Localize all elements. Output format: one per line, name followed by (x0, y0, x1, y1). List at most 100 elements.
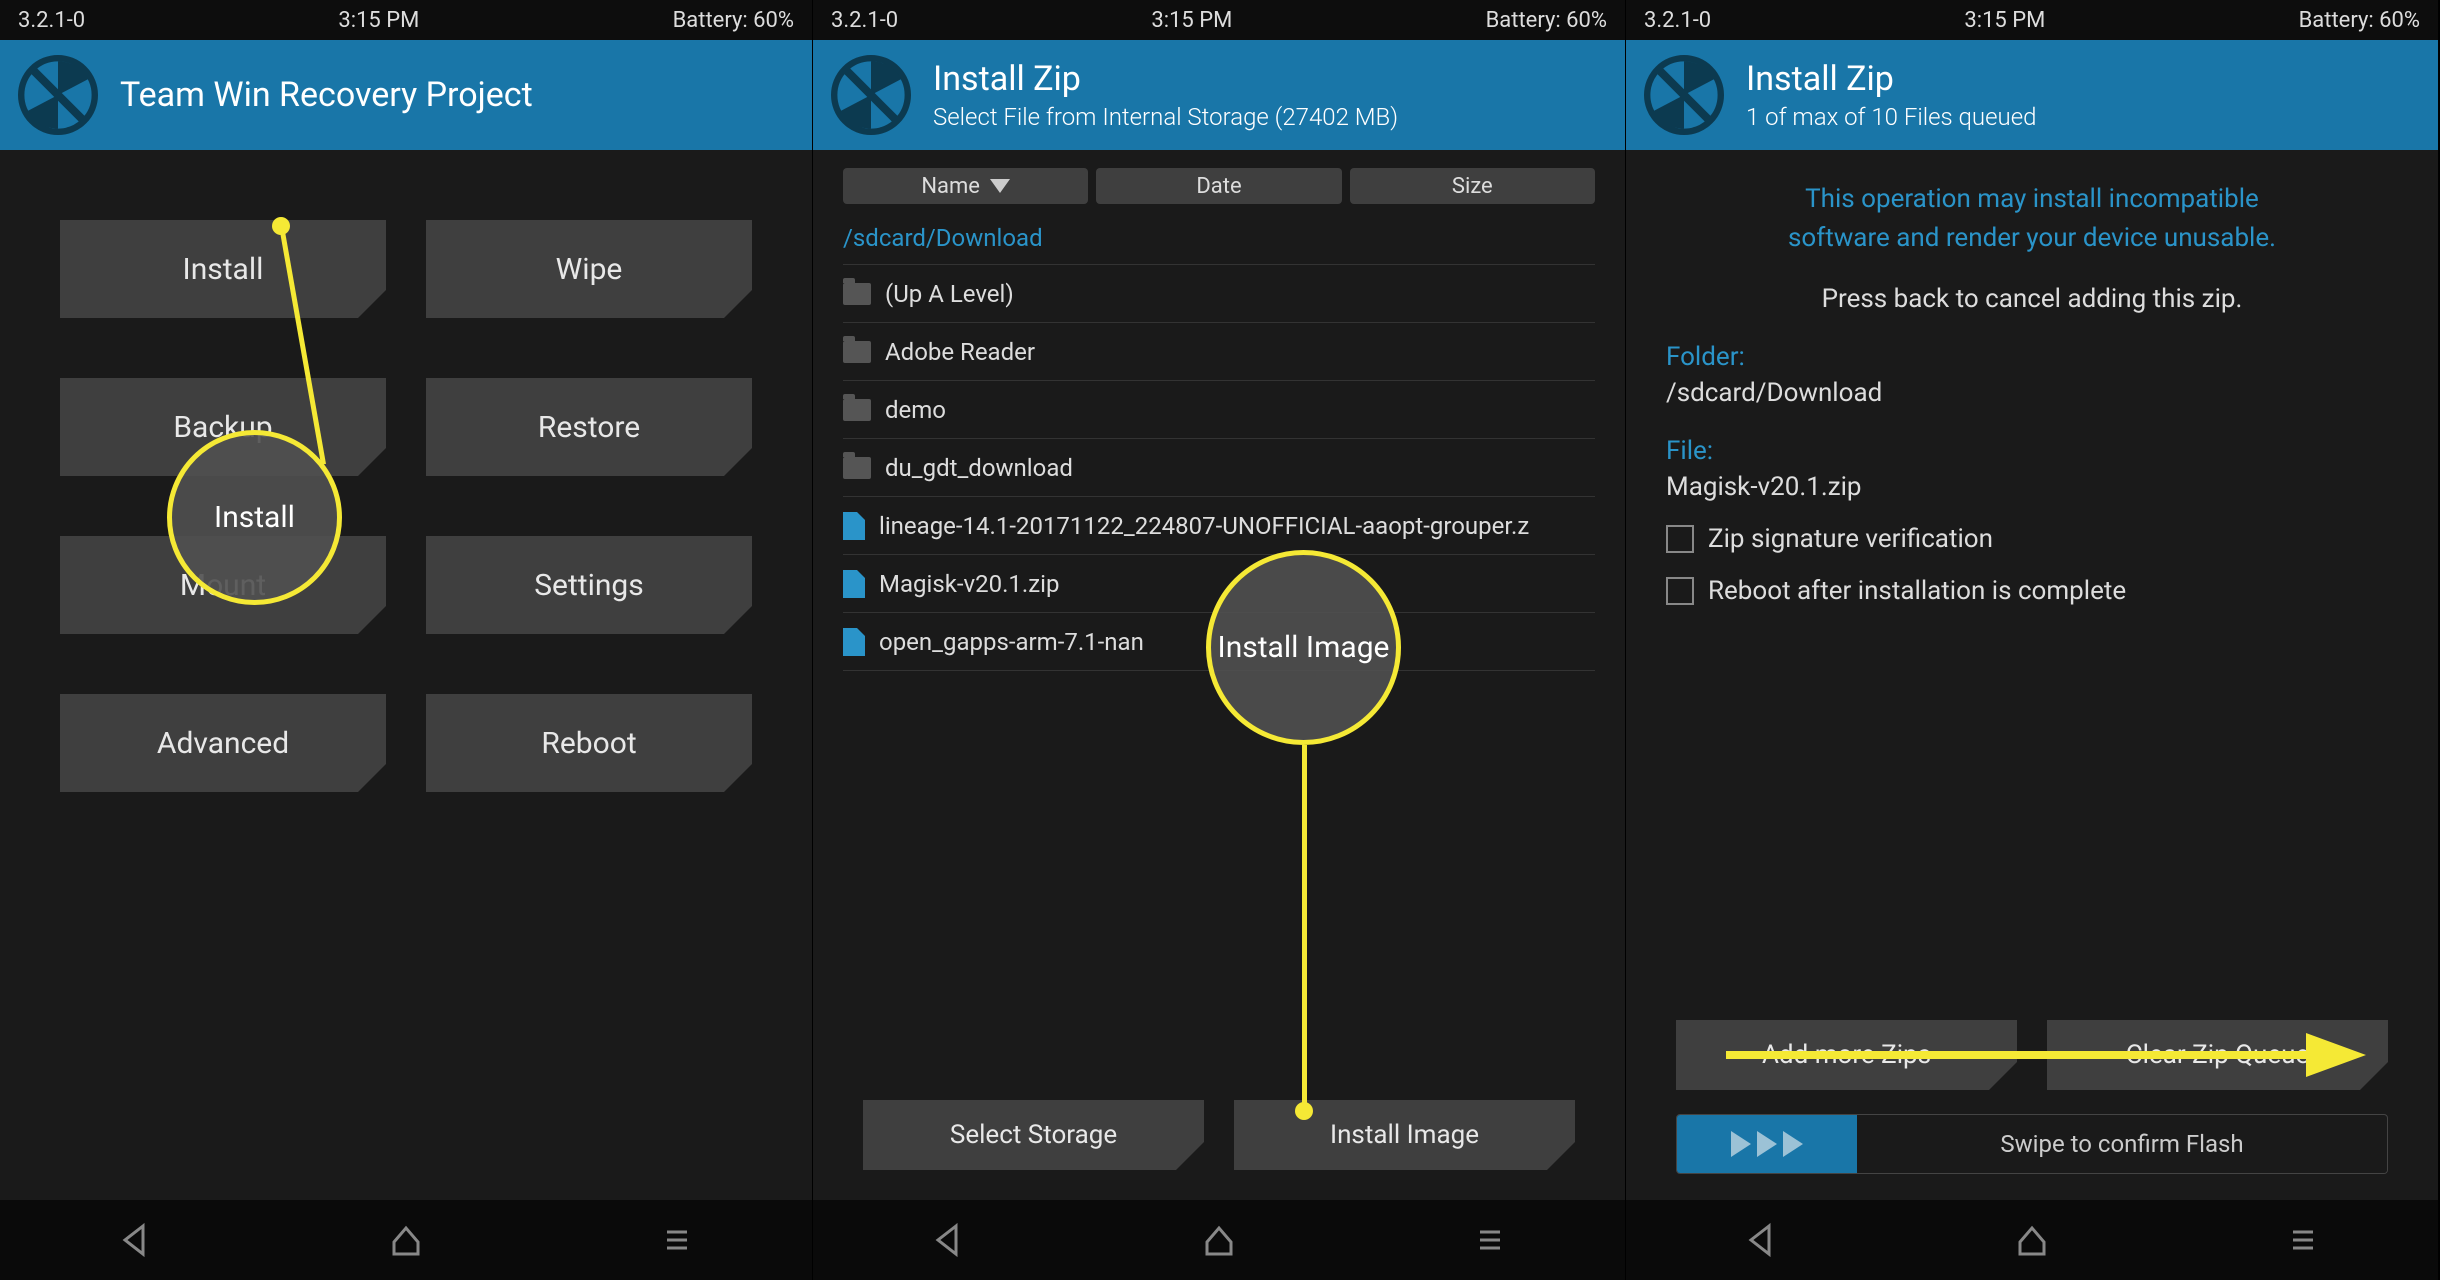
restore-button[interactable]: Restore (426, 378, 752, 476)
folder-icon (843, 341, 871, 363)
folder-icon (843, 457, 871, 479)
version-label: 3.2.1-0 (831, 8, 898, 33)
add-more-zips-button[interactable]: Add more Zips (1676, 1020, 2017, 1090)
back-icon[interactable] (928, 1220, 968, 1260)
header: Team Win Recovery Project (0, 40, 812, 150)
wipe-button[interactable]: Wipe (426, 220, 752, 318)
status-bar: 3.2.1-0 3:15 PM Battery: 60% (1626, 0, 2438, 40)
sort-size-button[interactable]: Size (1350, 168, 1595, 204)
menu-icon[interactable] (1470, 1220, 1510, 1260)
chevron-right-icon (1783, 1131, 1803, 1157)
select-storage-button[interactable]: Select Storage (863, 1100, 1204, 1170)
chevron-right-icon (1757, 1131, 1777, 1157)
file-name-label: Magisk-v20.1.zip (879, 570, 1059, 598)
twrp-logo-icon (1644, 55, 1724, 135)
file-row[interactable]: Adobe Reader (843, 323, 1595, 381)
file-row[interactable]: du_gdt_download (843, 439, 1595, 497)
file-row[interactable]: Magisk-v20.1.zip (843, 555, 1595, 613)
reboot-after-checkbox[interactable]: Reboot after installation is complete (1666, 576, 2398, 606)
header: Install Zip 1 of max of 10 Files queued (1626, 40, 2438, 150)
install-image-button[interactable]: Install Image (1234, 1100, 1575, 1170)
file-icon (843, 570, 865, 598)
battery-label: Battery: 60% (673, 8, 794, 33)
file-name-label: lineage-14.1-20171122_224807-UNOFFICIAL-… (879, 512, 1529, 540)
version-label: 3.2.1-0 (18, 8, 85, 33)
status-bar: 3.2.1-0 3:15 PM Battery: 60% (813, 0, 1625, 40)
main-content: Name Date Size /sdcard/Download (Up A Le… (813, 150, 1625, 1200)
file-name-label: demo (885, 396, 946, 424)
cancel-hint-text: Press back to cancel adding this zip. (1666, 284, 2398, 314)
twrp-logo-icon (831, 55, 911, 135)
screen-main: 3.2.1-0 3:15 PM Battery: 60% Team Win Re… (0, 0, 813, 1280)
checkbox-icon (1666, 525, 1694, 553)
header: Install Zip Select File from Internal St… (813, 40, 1625, 150)
nav-bar (813, 1200, 1625, 1280)
install-button[interactable]: Install (60, 220, 386, 318)
backup-button[interactable]: Backup (60, 378, 386, 476)
file-icon (843, 512, 865, 540)
battery-label: Battery: 60% (2299, 8, 2420, 33)
chevron-right-icon (1731, 1131, 1751, 1157)
file-row[interactable]: lineage-14.1-20171122_224807-UNOFFICIAL-… (843, 497, 1595, 555)
screen-confirm-flash: 3.2.1-0 3:15 PM Battery: 60% Install Zip… (1626, 0, 2439, 1280)
file-name-label: Adobe Reader (885, 338, 1035, 366)
sort-name-button[interactable]: Name (843, 168, 1088, 204)
reboot-button[interactable]: Reboot (426, 694, 752, 792)
advanced-button[interactable]: Advanced (60, 694, 386, 792)
home-icon[interactable] (386, 1220, 426, 1260)
mount-button[interactable]: Mount (60, 536, 386, 634)
back-icon[interactable] (115, 1220, 155, 1260)
screen-install-zip: 3.2.1-0 3:15 PM Battery: 60% Install Zip… (813, 0, 1626, 1280)
folder-icon (843, 283, 871, 305)
file-icon (843, 628, 865, 656)
zip-signature-label: Zip signature verification (1708, 524, 1993, 554)
page-subtitle: 1 of max of 10 Files queued (1746, 103, 2036, 131)
back-icon[interactable] (1741, 1220, 1781, 1260)
main-content: Install Wipe Backup Restore Mount Settin… (0, 150, 812, 1200)
sort-desc-icon (990, 179, 1010, 193)
swipe-confirm-slider[interactable]: Swipe to confirm Flash (1676, 1114, 2388, 1174)
file-label: File: (1666, 436, 2398, 466)
time-label: 3:15 PM (338, 8, 419, 33)
warning-line-2: software and render your device unusable… (1666, 219, 2398, 258)
folder-icon (843, 399, 871, 421)
sort-date-button[interactable]: Date (1096, 168, 1341, 204)
time-label: 3:15 PM (1964, 8, 2045, 33)
checkbox-icon (1666, 577, 1694, 605)
status-bar: 3.2.1-0 3:15 PM Battery: 60% (0, 0, 812, 40)
file-value: Magisk-v20.1.zip (1666, 472, 2398, 502)
home-icon[interactable] (2012, 1220, 2052, 1260)
file-row[interactable]: demo (843, 381, 1595, 439)
current-path: /sdcard/Download (843, 216, 1595, 265)
folder-value: /sdcard/Download (1666, 378, 2398, 408)
page-subtitle: Select File from Internal Storage (27402… (933, 103, 1398, 131)
settings-button[interactable]: Settings (426, 536, 752, 634)
clear-zip-queue-button[interactable]: Clear Zip Queue (2047, 1020, 2388, 1090)
slider-handle[interactable] (1677, 1115, 1857, 1173)
file-row[interactable]: (Up A Level) (843, 265, 1595, 323)
time-label: 3:15 PM (1151, 8, 1232, 33)
file-row[interactable]: open_gapps-arm-7.1-nan (843, 613, 1595, 671)
file-name-label: du_gdt_download (885, 454, 1073, 482)
file-list: (Up A Level) Adobe Reader demo du_gdt_downl… (843, 265, 1595, 671)
menu-icon[interactable] (2283, 1220, 2323, 1260)
main-content: This operation may install incompatible … (1626, 150, 2438, 1200)
swipe-label: Swipe to confirm Flash (1857, 1130, 2387, 1158)
sort-name-label: Name (921, 174, 980, 199)
warning-line-1: This operation may install incompatible (1666, 180, 2398, 219)
page-title: Install Zip (1746, 59, 2036, 99)
nav-bar (0, 1200, 812, 1280)
page-title: Team Win Recovery Project (120, 75, 533, 115)
reboot-after-label: Reboot after installation is complete (1708, 576, 2126, 606)
zip-signature-checkbox[interactable]: Zip signature verification (1666, 524, 2398, 554)
page-title: Install Zip (933, 59, 1398, 99)
twrp-logo-icon (18, 55, 98, 135)
file-name-label: (Up A Level) (885, 280, 1014, 308)
nav-bar (1626, 1200, 2438, 1280)
home-icon[interactable] (1199, 1220, 1239, 1260)
version-label: 3.2.1-0 (1644, 8, 1711, 33)
folder-label: Folder: (1666, 342, 2398, 372)
file-name-label: open_gapps-arm-7.1-nan (879, 628, 1144, 656)
menu-icon[interactable] (657, 1220, 697, 1260)
annotation-line (1302, 745, 1307, 1110)
